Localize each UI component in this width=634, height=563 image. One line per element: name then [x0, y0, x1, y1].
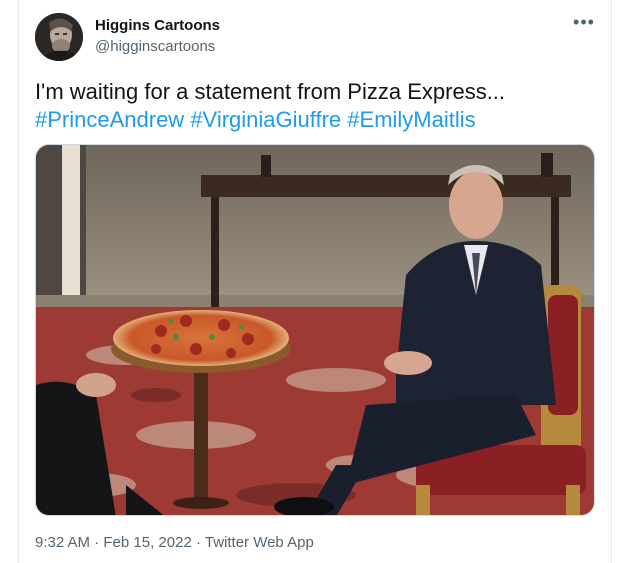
tweet-footer: 9:32 AM · Feb 15, 2022 · Twitter Web App: [35, 534, 314, 551]
avatar-image: [35, 13, 83, 61]
author-display-name[interactable]: Higgins Cartoons: [95, 17, 220, 34]
more-options-button[interactable]: •••: [571, 12, 597, 32]
hashtag-virginia-giuffre[interactable]: #VirginiaGiuffre: [190, 107, 341, 132]
tweet-media-image[interactable]: [35, 144, 595, 516]
author-handle[interactable]: @higginscartoons: [95, 38, 215, 55]
footer-separator: ·: [90, 534, 104, 551]
footer-separator-2: ·: [191, 534, 205, 551]
tweet-date[interactable]: Feb 15, 2022: [103, 534, 191, 551]
more-horizontal-icon: •••: [573, 12, 595, 32]
tweet-time[interactable]: 9:32 AM: [35, 534, 90, 551]
tweet-card: Higgins Cartoons @higginscartoons ••• I'…: [18, 0, 612, 563]
avatar[interactable]: [35, 13, 83, 61]
tweet-source[interactable]: Twitter Web App: [205, 534, 314, 551]
media-illustration: [36, 145, 594, 515]
hashtag-row: #PrinceAndrew #VirginiaGiuffre #EmilyMai…: [35, 106, 595, 134]
tweet-body: I'm waiting for a statement from Pizza E…: [35, 79, 506, 104]
hashtag-prince-andrew[interactable]: #PrinceAndrew: [35, 107, 184, 132]
hashtag-emily-maitlis[interactable]: #EmilyMaitlis: [347, 107, 475, 132]
tweet-text: I'm waiting for a statement from Pizza E…: [35, 78, 595, 134]
